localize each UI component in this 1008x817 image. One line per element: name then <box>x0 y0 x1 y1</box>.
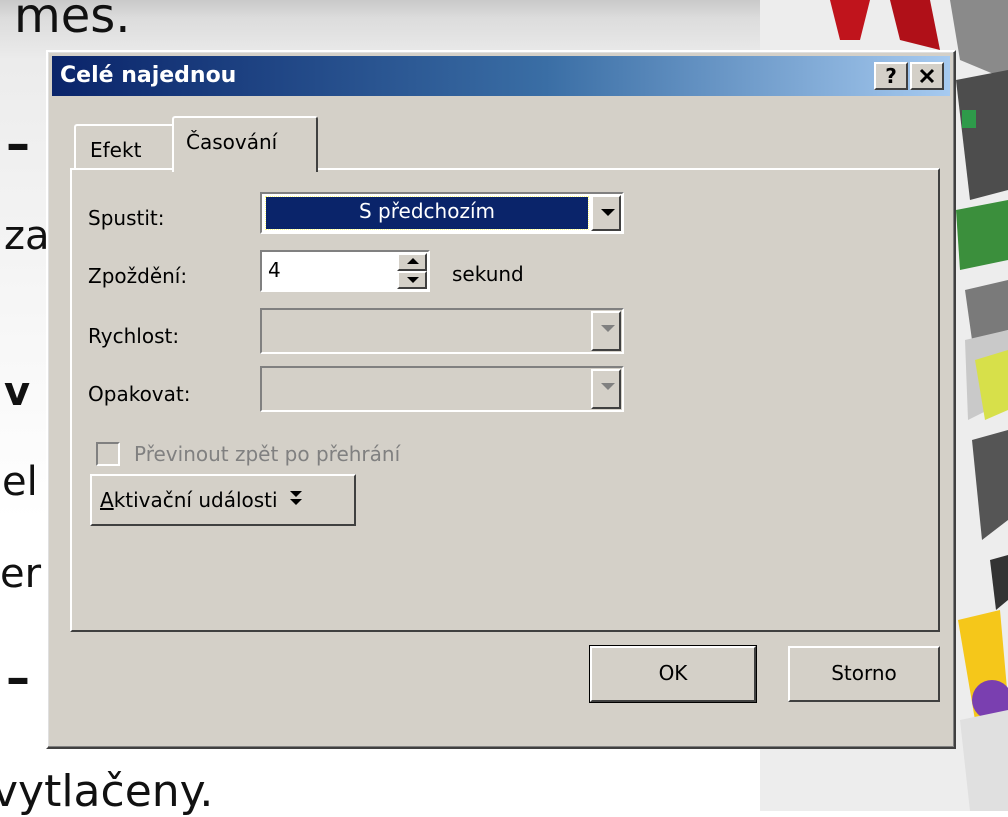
delay-increment-button[interactable] <box>397 253 427 271</box>
close-icon <box>919 68 935 84</box>
slide-text-bottom: vytlačeny. <box>0 766 214 817</box>
repeat-label: Opakovat: <box>88 382 191 406</box>
double-chevron-down-icon <box>288 489 304 512</box>
delay-value: 4 <box>268 258 281 282</box>
start-select-value: S předchozím <box>265 196 589 230</box>
speed-dropdown-button[interactable] <box>591 311 621 351</box>
slide-text-el: el <box>2 459 38 505</box>
dialog-title: Celé najednou <box>60 63 237 88</box>
arrow-down-icon <box>407 277 419 283</box>
chevron-down-icon <box>601 383 615 390</box>
animation-dialog: Celé najednou ? Efekt Časování Spustit: … <box>46 50 956 749</box>
close-button[interactable] <box>910 62 944 90</box>
start-dropdown-button[interactable] <box>591 195 621 231</box>
triggers-button-label: ktivační události <box>113 488 278 512</box>
chevron-down-icon <box>601 209 615 216</box>
slide-text-v: v <box>4 369 31 415</box>
delay-unit: sekund <box>452 262 524 286</box>
speed-label: Rychlost: <box>88 324 180 348</box>
speed-select[interactable] <box>260 308 624 354</box>
ok-button[interactable]: OK <box>589 645 757 703</box>
slide-text-za: za <box>4 213 50 259</box>
slide-text-er: er <box>0 551 42 597</box>
tab-efekt[interactable]: Efekt <box>74 124 176 168</box>
rewind-checkbox[interactable] <box>96 442 120 466</box>
dialog-titlebar[interactable]: Celé najednou ? <box>52 56 950 96</box>
start-select[interactable]: S předchozím <box>260 192 624 234</box>
slide-text-dash: – <box>6 116 30 172</box>
help-button[interactable]: ? <box>874 62 908 90</box>
triggers-button-accel: A <box>100 488 114 512</box>
slide-text-dash: – <box>6 650 30 706</box>
triggers-button[interactable]: Aktivační události <box>90 474 356 526</box>
cancel-button[interactable]: Storno <box>788 646 940 702</box>
chevron-down-icon <box>601 325 615 332</box>
delay-label: Zpoždění: <box>88 264 188 288</box>
tab-casovani[interactable]: Časování <box>172 116 318 172</box>
start-label: Spustit: <box>88 206 165 230</box>
repeat-select[interactable] <box>260 366 624 412</box>
arrow-up-icon <box>407 258 419 264</box>
rewind-checkbox-label: Převinout zpět po přehrání <box>134 442 401 466</box>
slide-text-top: mes. <box>14 0 131 44</box>
delay-input[interactable]: 4 <box>260 250 430 292</box>
delay-decrement-button[interactable] <box>397 271 427 289</box>
repeat-dropdown-button[interactable] <box>591 369 621 409</box>
